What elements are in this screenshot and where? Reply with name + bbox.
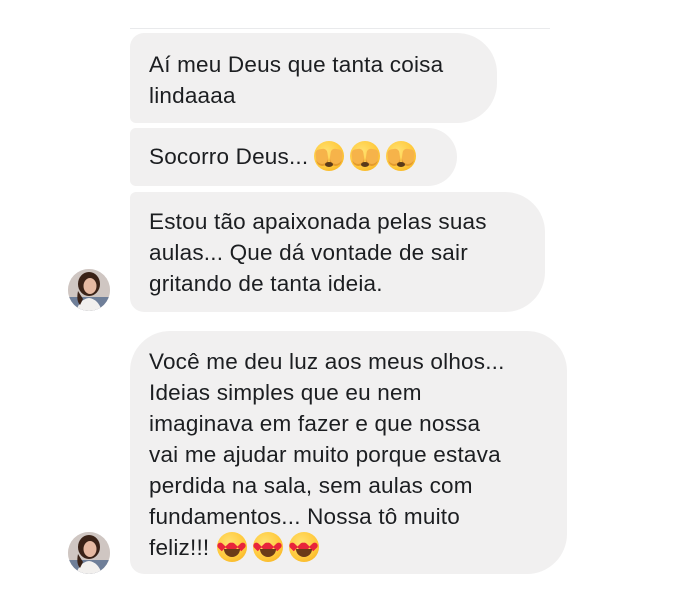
sender-avatar[interactable]	[68, 269, 110, 311]
message-text-line: feliz!!!	[149, 532, 547, 564]
message-text-line: Ideias simples que eu nem	[149, 380, 422, 405]
face-covering-eyes-icon	[350, 141, 381, 172]
face-covering-eyes-icon	[386, 141, 417, 172]
message-text-line: imaginava em fazer e que nossa	[149, 411, 481, 436]
emoji-group	[217, 532, 320, 564]
face-covering-eyes-icon	[314, 141, 345, 172]
message-text: feliz!!!	[149, 535, 210, 560]
message-text-line: Aí meu Deus que tanta coisa	[149, 52, 444, 77]
heart-eyes-icon	[253, 532, 284, 563]
conversation-top-divider	[130, 28, 550, 29]
message-text-line: fundamentos... Nossa tô muito	[149, 504, 460, 529]
message-text-line: Estou tão apaixonada pelas suas	[149, 209, 487, 234]
message-text-line: vai me ajudar muito porque estava	[149, 442, 501, 467]
message-text-line: gritando de tanta ideia.	[149, 271, 383, 296]
message-text: Socorro Deus...	[149, 144, 309, 169]
sender-avatar[interactable]	[68, 532, 110, 574]
heart-eyes-icon	[217, 532, 248, 563]
message-bubble-2[interactable]: Socorro Deus...	[130, 128, 457, 186]
emoji-group	[314, 141, 417, 173]
heart-eyes-icon	[289, 532, 320, 563]
message-bubble-4[interactable]: Você me deu luz aos meus olhos... Ideias…	[130, 331, 567, 574]
message-text-line: perdida na sala, sem aulas com	[149, 473, 473, 498]
avatar-photo	[68, 269, 110, 311]
message-bubble-3[interactable]: Estou tão apaixonada pelas suas aulas...…	[130, 192, 545, 312]
message-text-line: Socorro Deus...	[149, 141, 437, 173]
avatar-photo	[68, 532, 110, 574]
message-text-line: aulas... Que dá vontade de sair	[149, 240, 468, 265]
message-text-line: Você me deu luz aos meus olhos...	[149, 349, 505, 374]
message-bubble-1[interactable]: Aí meu Deus que tanta coisa lindaaaa	[130, 33, 497, 123]
message-text-line: lindaaaa	[149, 83, 236, 108]
